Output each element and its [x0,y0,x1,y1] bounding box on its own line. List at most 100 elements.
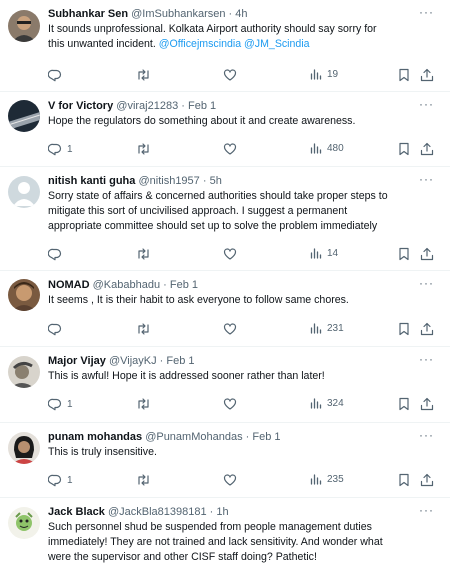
display-name[interactable]: V for Victory [48,100,113,112]
tweet[interactable]: Jack Black @JackBla81398181 · 1h ··· Suc… [0,498,450,573]
like-button[interactable] [223,473,237,487]
text-line: Sorry state of affairs & concerned autho… [48,190,388,202]
avatar[interactable] [8,10,40,42]
views-button[interactable]: 14 [310,247,338,259]
bookmark-button[interactable] [398,322,410,336]
separator: · [245,431,250,443]
more-options-icon[interactable]: ··· [419,277,434,289]
avatar[interactable] [8,507,40,539]
text-line: immediately! They are not trained and la… [48,536,383,548]
tweet[interactable]: Subhankar Sen @ImSubhankarsen · 4h ··· I… [0,0,450,92]
avatar[interactable] [8,356,40,388]
more-options-icon[interactable]: ··· [419,6,434,18]
bookmark-button[interactable] [398,473,410,487]
tweet[interactable]: nitish kanti guha @nitish1957 · 5h ··· S… [0,167,450,271]
tweet[interactable]: NOMAD @Kababhadu · Feb 1 ··· It seems , … [0,271,450,347]
retweet-button[interactable] [136,68,156,82]
display-name[interactable]: Subhankar Sen [48,8,128,20]
like-button[interactable] [223,142,237,156]
avatar[interactable] [8,100,40,132]
handle[interactable]: @viraj21283 [116,100,178,112]
tweet[interactable]: punam mohandas @PunamMohandas · Feb 1 ··… [0,423,450,498]
tweet-header: Subhankar Sen @ImSubhankarsen · 4h [48,7,248,21]
display-name[interactable]: Jack Black [48,506,105,518]
tweet-text: It seems , It is their habit to ask ever… [48,293,440,308]
more-options-icon[interactable]: ··· [419,173,434,185]
tweet-text: Sorry state of affairs & concerned autho… [48,189,440,234]
handle[interactable]: @PunamMohandas [145,431,242,443]
more-options-icon[interactable]: ··· [419,504,434,516]
views-icon [310,143,322,154]
reply-button[interactable] [48,322,67,336]
bookmark-icon [399,473,409,487]
handle[interactable]: @VijayKJ [109,355,157,367]
handle[interactable]: @ImSubhankarsen [131,8,225,20]
display-name[interactable]: nitish kanti guha [48,175,135,187]
retweet-button[interactable] [136,247,151,261]
retweet-icon [138,248,149,260]
like-button[interactable] [223,322,237,336]
more-options-icon[interactable]: ··· [419,429,434,441]
timestamp[interactable]: Feb 1 [166,355,194,367]
bookmark-button[interactable] [398,142,410,156]
avatar[interactable] [8,279,40,311]
handle[interactable]: @JackBla81398181 [108,506,207,518]
views-button[interactable]: 324 [310,397,344,409]
like-button[interactable] [223,247,237,261]
share-button[interactable] [420,473,434,487]
text-line: were the supervisor and other CISF staff… [48,551,317,563]
view-count: 19 [327,68,339,80]
retweet-button[interactable] [136,142,151,156]
reply-button[interactable]: 1 [48,397,73,411]
views-button[interactable]: 480 [310,142,344,154]
retweet-button[interactable] [136,397,151,411]
views-button[interactable]: 235 [310,473,344,485]
views-button[interactable]: 19 [310,68,338,80]
timestamp[interactable]: Feb 1 [170,279,198,291]
like-icon [223,323,237,335]
timestamp[interactable]: Feb 1 [188,100,216,112]
like-button[interactable] [223,397,237,411]
timestamp[interactable]: 4h [235,8,247,20]
reply-button[interactable] [48,247,67,261]
mention-links[interactable]: @Officejmscindia @JM_Scindia [159,38,310,50]
action-bar: 1 235 [48,473,438,489]
action-bar: 1 324 [48,397,438,413]
more-options-icon[interactable]: ··· [419,98,434,110]
text-line: Such personnel shud be suspended from pe… [48,521,372,533]
share-button[interactable] [420,142,434,156]
timestamp[interactable]: 5h [210,175,222,187]
share-button[interactable] [420,247,434,261]
retweet-button[interactable] [136,322,151,336]
tweet[interactable]: Major Vijay @VijayKJ · Feb 1 ··· This is… [0,347,450,423]
timestamp[interactable]: Feb 1 [252,431,280,443]
share-button[interactable] [420,397,434,411]
text-line: mitigate this sort of uncivilised approa… [48,205,348,217]
handle[interactable]: @Kababhadu [93,279,160,291]
bookmark-button[interactable] [398,247,410,261]
reply-button[interactable] [48,68,67,82]
reply-count: 1 [67,474,73,486]
display-name[interactable]: punam mohandas [48,431,142,443]
share-button[interactable] [420,68,434,82]
avatar[interactable] [8,432,40,464]
bookmark-button[interactable] [398,397,410,411]
reply-button[interactable]: 1 [48,473,73,487]
timestamp[interactable]: 1h [216,506,228,518]
more-options-icon[interactable]: ··· [419,353,434,365]
reply-button[interactable]: 1 [48,142,73,156]
action-bar: 1 480 [48,142,438,158]
tweet[interactable]: V for Victory @viraj21283 · Feb 1 ··· Ho… [0,92,450,167]
like-button[interactable] [223,68,242,82]
tweet-header: NOMAD @Kababhadu · Feb 1 [48,278,198,292]
retweet-button[interactable] [136,473,151,487]
display-name[interactable]: Major Vijay [48,355,106,367]
text-line: It sounds unprofessional. Kolkata Airpor… [48,23,377,35]
avatar[interactable] [8,176,40,208]
views-button[interactable]: 231 [310,322,344,334]
bookmark-button[interactable] [398,68,410,82]
share-button[interactable] [420,322,434,336]
handle[interactable]: @nitish1957 [138,175,199,187]
tweet-text: Hope the regulators do something about i… [48,114,440,129]
display-name[interactable]: NOMAD [48,279,90,291]
